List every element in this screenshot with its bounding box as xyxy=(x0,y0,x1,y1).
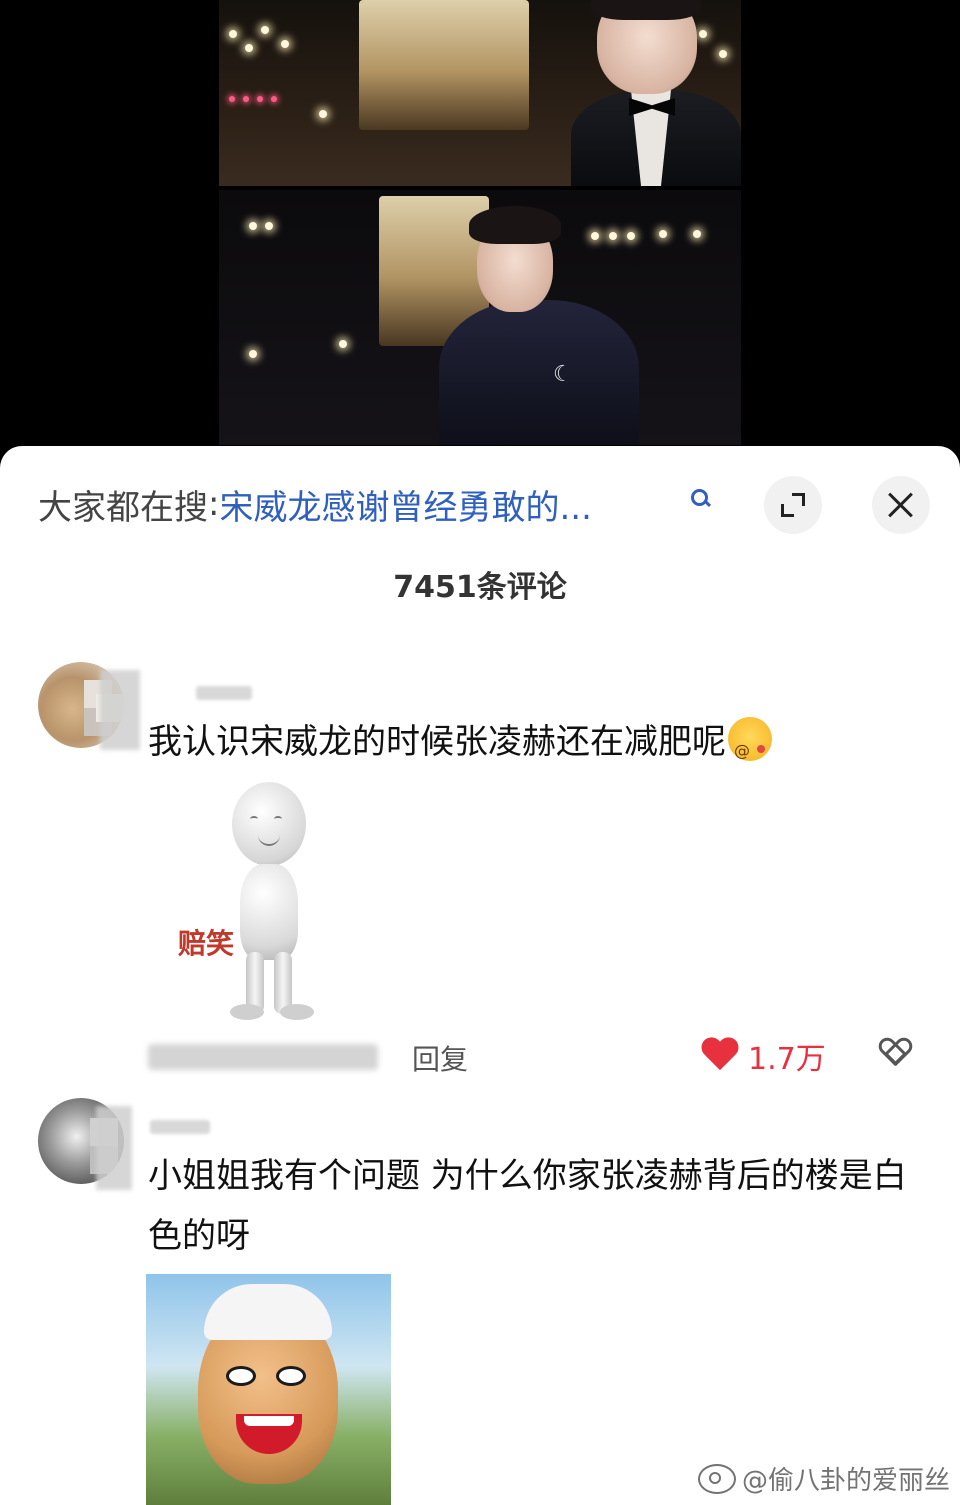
like-button[interactable]: 1.7万 xyxy=(700,1034,826,1078)
username-blurred[interactable] xyxy=(196,686,252,700)
comment-text: 我认识宋威龙的时候张凌赫还在减肥呢 xyxy=(148,712,928,781)
comment-meta: 回复 1.7万 xyxy=(148,1034,928,1078)
timestamp-location-blurred xyxy=(148,1044,378,1070)
heart-icon xyxy=(700,1038,740,1074)
stage-light xyxy=(249,350,257,358)
stage-light xyxy=(257,96,263,102)
reply-button[interactable]: 回复 xyxy=(412,1038,468,1078)
figure-head xyxy=(232,782,306,866)
comment-sheet: 大家都在搜 : 宋威龙感谢曾经勇敢的... 7451条评论 我认识宋威龙的时候张… xyxy=(0,446,960,1505)
stage-light xyxy=(693,230,701,238)
watermark: @偷八卦的爱丽丝 xyxy=(697,1460,950,1497)
stage-light xyxy=(229,96,235,102)
video-player[interactable]: ☾ xyxy=(0,0,960,450)
search-icon[interactable] xyxy=(690,488,712,510)
sticker-image[interactable] xyxy=(146,1274,391,1505)
video-frame-bottom: ☾ xyxy=(219,190,741,445)
lit-building xyxy=(359,0,529,130)
comment-body: 我认识宋威龙的时候张凌赫还在减肥呢 xyxy=(148,722,726,762)
stage-light xyxy=(245,44,253,52)
moon-brooch: ☾ xyxy=(553,362,573,387)
stage-light xyxy=(339,340,347,348)
avatar-mosaic xyxy=(96,1106,132,1190)
weibo-icon xyxy=(697,1463,736,1494)
cartoon-cap xyxy=(204,1284,332,1340)
stage-light xyxy=(281,40,289,48)
stage-light xyxy=(265,222,273,230)
stage-light xyxy=(659,230,667,238)
trending-search-prefix: 大家都在搜 xyxy=(38,487,208,528)
like-count: 1.7万 xyxy=(748,1042,826,1077)
actor-portrait xyxy=(561,0,741,186)
close-button[interactable] xyxy=(872,476,930,534)
comment-count: 7451条评论 xyxy=(393,570,567,605)
video-frame-top xyxy=(219,0,741,186)
expand-button[interactable] xyxy=(764,476,822,534)
actor-portrait: ☾ xyxy=(429,200,639,445)
stage-light xyxy=(229,30,237,38)
dizzy-face-emoji-icon xyxy=(728,717,772,781)
figure-body xyxy=(240,864,298,960)
stage-light xyxy=(319,110,327,118)
username-blurred[interactable] xyxy=(150,1120,210,1134)
trending-search[interactable]: 大家都在搜 : 宋威龙感谢曾经勇敢的... xyxy=(38,480,738,528)
watermark-text: @偷八卦的爱丽丝 xyxy=(741,1466,950,1496)
stage-light xyxy=(243,96,249,102)
comment-text: 小姐姐我有个问题 为什么你家张凌赫背后的楼是白色的呀 xyxy=(148,1156,907,1256)
stage-light xyxy=(261,26,269,34)
trending-search-separator: : xyxy=(208,484,220,524)
expand-icon xyxy=(781,493,805,517)
stage-light xyxy=(249,222,257,230)
sticker-caption: 赔笑 xyxy=(178,927,235,960)
avatar-mosaic xyxy=(100,670,140,750)
sticker-image[interactable]: 赔笑 xyxy=(146,782,386,1022)
close-icon xyxy=(887,491,915,519)
trending-search-query[interactable]: 宋威龙感谢曾经勇敢的... xyxy=(219,480,591,529)
stage-light xyxy=(271,96,277,102)
dislike-icon[interactable] xyxy=(878,1038,914,1072)
